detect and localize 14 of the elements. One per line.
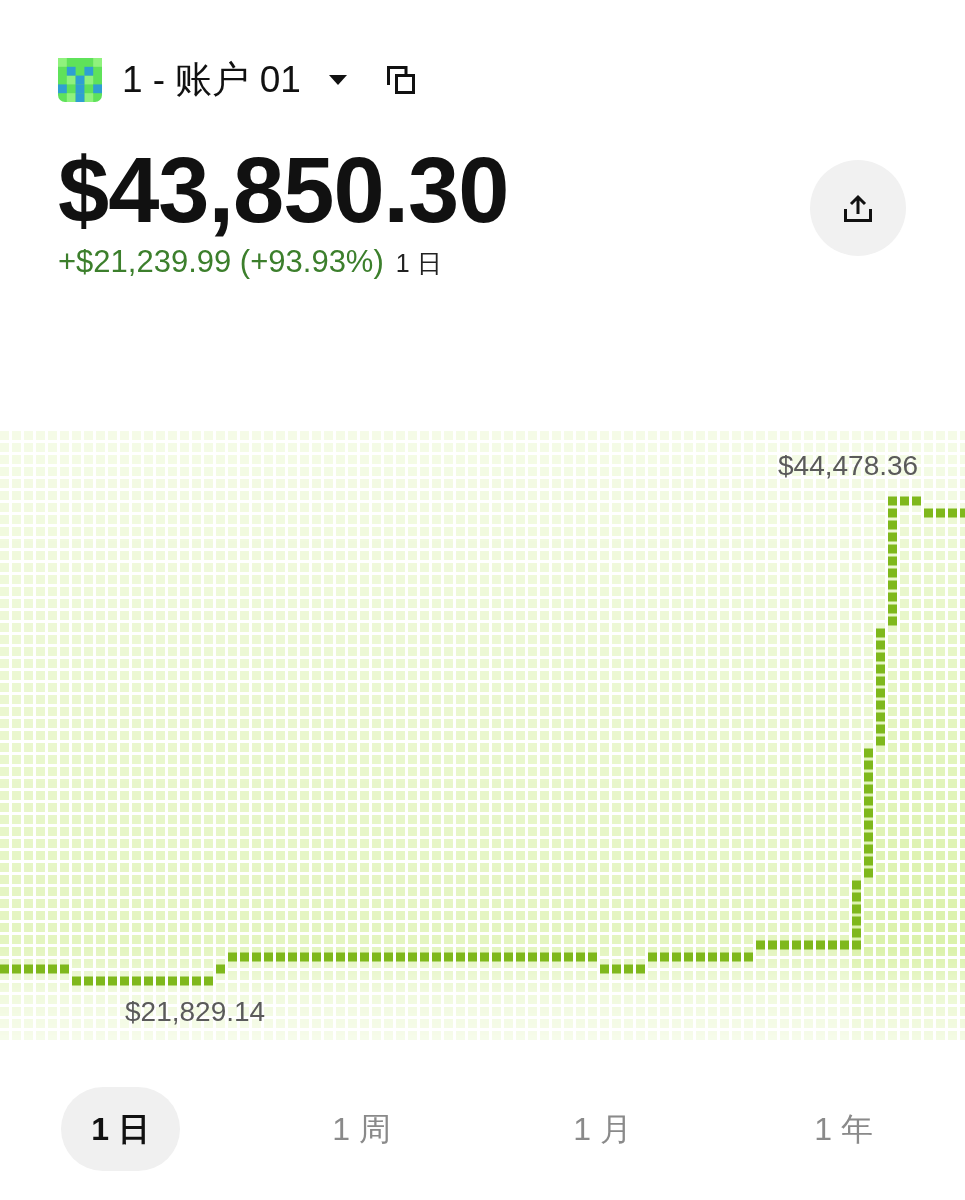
period-tab[interactable]: 1 年 [784,1087,903,1171]
change-period: 1 日 [395,248,442,279]
share-icon [844,193,872,222]
period-tab[interactable]: 1 日 [61,1087,180,1171]
period-tab[interactable]: 1 月 [543,1087,662,1171]
balance-amount: $43,850.30 [58,144,509,236]
copy-icon[interactable] [386,66,415,94]
account-avatar-icon [58,58,102,102]
account-name[interactable]: 1 - 账户 01 [122,58,301,102]
change-amount: +$21,239.99 (+93.93%) [58,244,384,280]
caret-icon[interactable] [328,75,347,85]
low-value-label: $21,829.14 [125,996,266,1027]
high-value-label: $44,478.36 [778,450,919,481]
period-tab[interactable]: 1 周 [302,1087,421,1171]
